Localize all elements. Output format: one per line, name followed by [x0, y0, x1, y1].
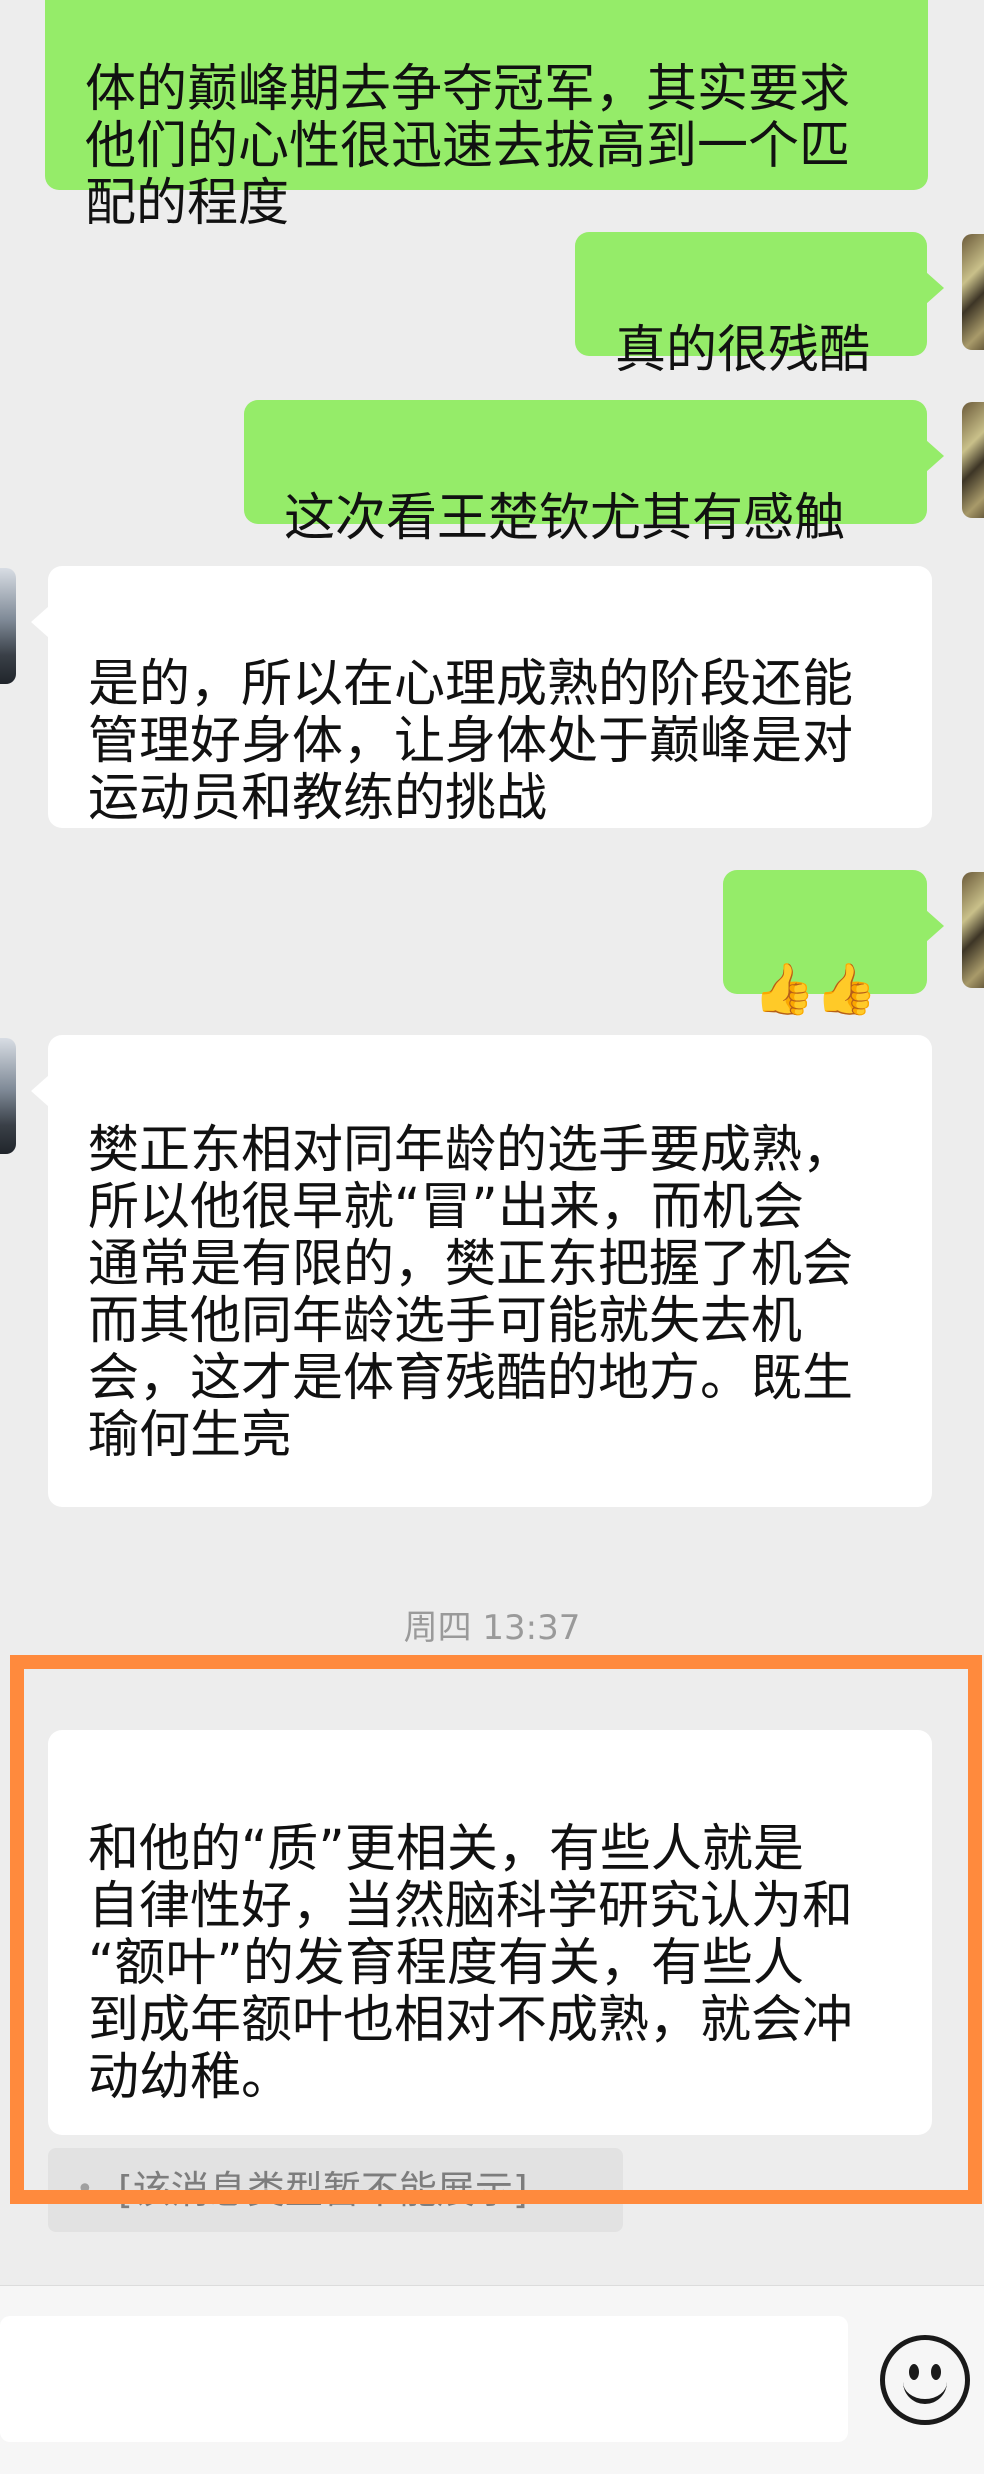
message-list[interactable]: 体的巅峰期去争夺冠军，其实要求 他们的心性很迅速去拔高到一个匹 配的程度 真的很…: [0, 0, 984, 2285]
message-bubble-incoming[interactable]: 是的，所以在心理成熟的阶段还能 管理好身体，让身体处于巅峰是对 运动员和教练的挑…: [31, 566, 932, 828]
timestamp: 周四 13:37: [403, 1608, 581, 1648]
emoji-mouth: [903, 2374, 947, 2404]
message-bubble-incoming[interactable]: 和他的“质”更相关，有些人就是 自律性好，当然脑科学研究认为和 “额叶”的发育程…: [48, 1730, 932, 2135]
message-text: 真的很残酷: [615, 321, 871, 380]
message-text: 樊正东相对同年龄的选手要成熟， 所以他很早就“冒”出来，而机会 通常是有限的，樊…: [88, 1121, 854, 1465]
user-avatar[interactable]: [962, 402, 984, 518]
chat-screen: 体的巅峰期去争夺冠军，其实要求 他们的心性很迅速去拔高到一个匹 配的程度 真的很…: [0, 0, 984, 2474]
quoted-message-text: [该消息类型暂不能展示]: [118, 2168, 528, 2212]
message-bubble-outgoing[interactable]: 体的巅峰期去争夺冠军，其实要求 他们的心性很迅速去拔高到一个匹 配的程度: [45, 0, 928, 232]
quoted-message-preview[interactable]: • [该消息类型暂不能展示]: [48, 2148, 623, 2232]
message-bubble-incoming[interactable]: 樊正东相对同年龄的选手要成熟， 所以他很早就“冒”出来，而机会 通常是有限的，樊…: [31, 1035, 932, 1507]
contact-avatar[interactable]: [0, 568, 16, 684]
thumbs-up-icon: 👍👍: [753, 960, 878, 1018]
user-avatar[interactable]: [962, 872, 984, 988]
contact-avatar[interactable]: [0, 1038, 16, 1154]
input-bar: [0, 2285, 984, 2474]
user-avatar[interactable]: [962, 234, 984, 350]
message-text: 这次看王楚钦尤其有感触: [284, 489, 846, 548]
message-text: 和他的“质”更相关，有些人就是 自律性好，当然脑科学研究认为和 “额叶”的发育程…: [88, 1820, 854, 2107]
message-bubble-outgoing[interactable]: 这次看王楚钦尤其有感触: [244, 400, 944, 547]
message-text: 是的，所以在心理成熟的阶段还能 管理好身体，让身体处于巅峰是对 运动员和教练的挑…: [88, 655, 854, 828]
message-bubble-outgoing[interactable]: 👍👍: [723, 870, 944, 1018]
emoji-face-icon[interactable]: [880, 2335, 970, 2425]
quote-bullet-icon: •: [76, 2172, 94, 2207]
message-bubble-outgoing[interactable]: 真的很残酷: [575, 232, 944, 379]
message-input[interactable]: [0, 2316, 848, 2442]
message-text: 体的巅峰期去争夺冠军，其实要求 他们的心性很迅速去拔高到一个匹 配的程度: [85, 60, 851, 233]
